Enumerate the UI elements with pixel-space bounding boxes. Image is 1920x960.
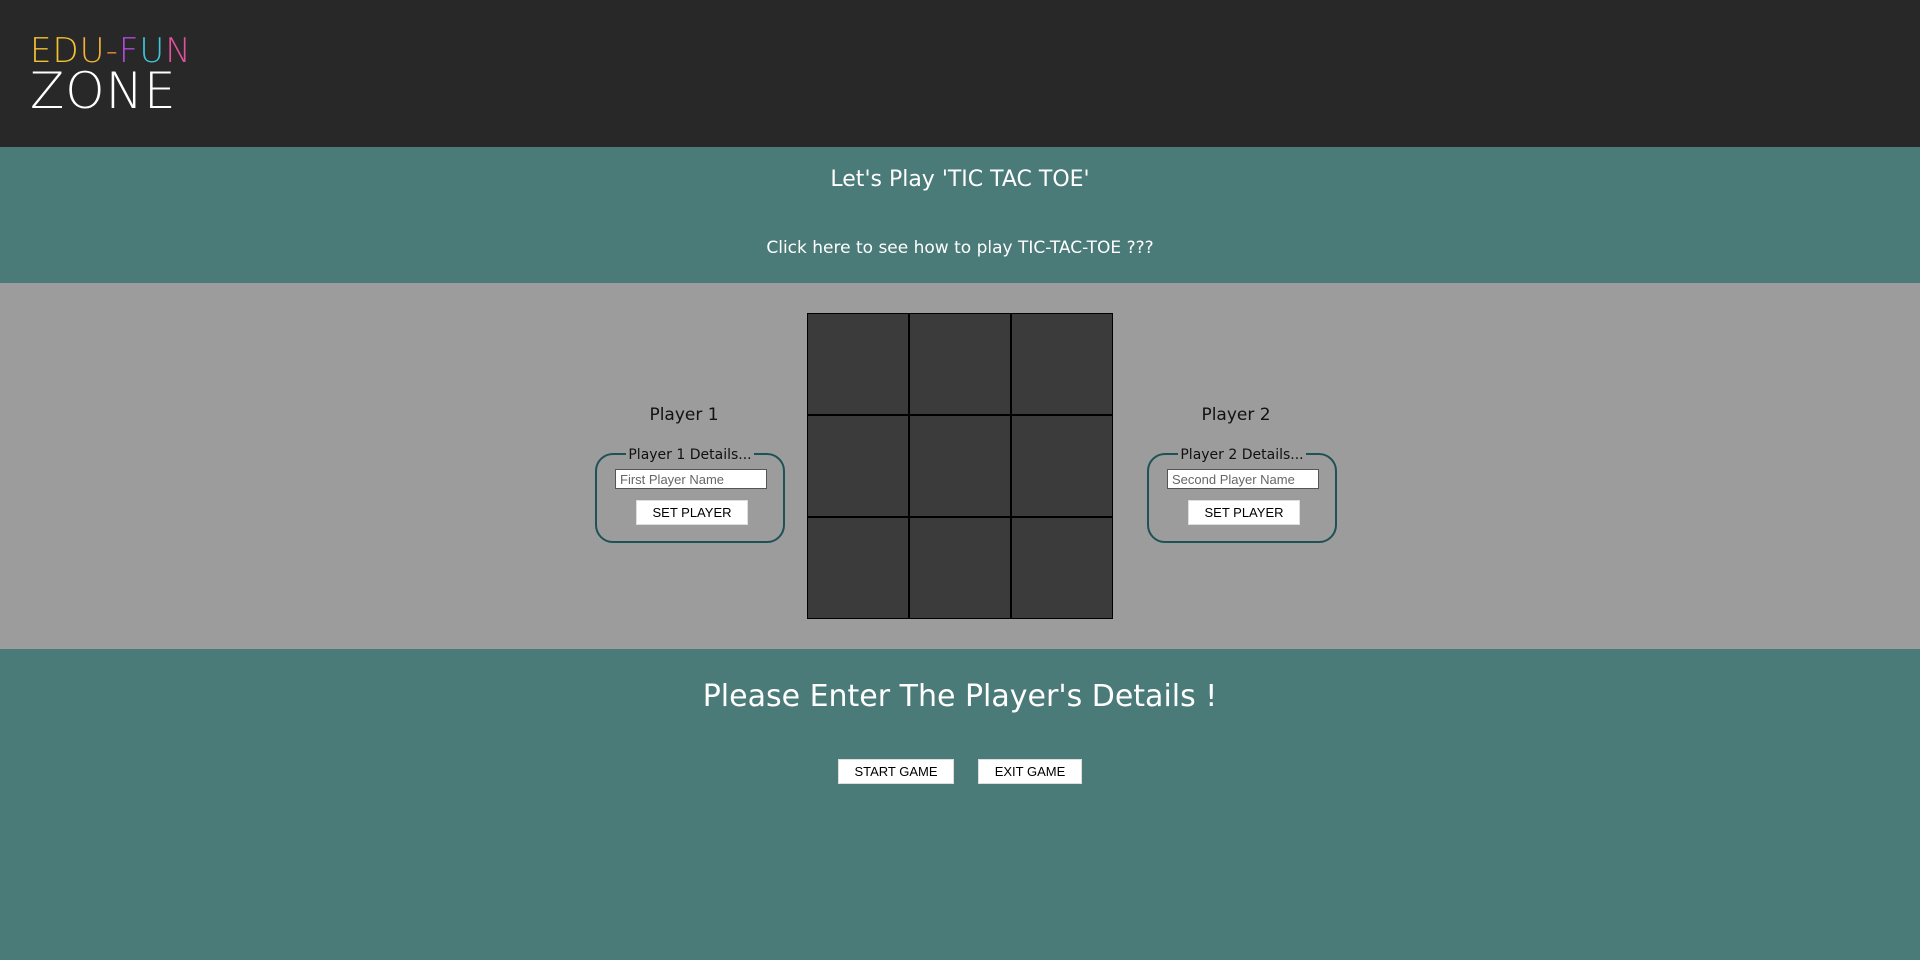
logo-bottom-line: ZONE [30,62,177,120]
board-cell[interactable] [1011,517,1113,619]
player-2-legend: Player 2 Details... [1178,447,1306,463]
board-cell[interactable] [1011,313,1113,415]
board-cell[interactable] [909,313,1011,415]
board-cell[interactable] [909,517,1011,619]
game-status-message: Please Enter The Player's Details ! [702,679,1218,714]
start-game-button[interactable]: START GAME [838,759,954,784]
board-cell[interactable] [807,313,909,415]
how-to-play-link[interactable]: Click here to see how to play TIC-TAC-TO… [0,238,1920,258]
board-cell[interactable] [1011,415,1113,517]
tic-tac-toe-board [807,313,1113,619]
player-2-label: Player 2 [1201,405,1271,425]
player-1-legend: Player 1 Details... [626,447,754,463]
site-header: EDU-FUN ZONE [0,0,1920,147]
player-1-details-box: Player 1 Details... SET PLAYER [595,447,785,543]
board-cell[interactable] [807,517,909,619]
set-player-1-button[interactable]: SET PLAYER [636,500,748,525]
game-status-area: Please Enter The Player's Details ! STAR… [0,649,1920,960]
edu-fun-zone-logo[interactable]: EDU-FUN ZONE [30,34,192,120]
play-area: Player 1 Player 1 Details... SET PLAYER … [0,283,1920,649]
player-1-name-input[interactable] [615,469,767,489]
player-1-label: Player 1 [649,405,719,425]
set-player-2-button[interactable]: SET PLAYER [1188,500,1300,525]
page-title: Let's Play 'TIC TAC TOE' [830,167,1090,192]
player-2-details-box: Player 2 Details... SET PLAYER [1147,447,1337,543]
title-band: Let's Play 'TIC TAC TOE' Click here to s… [0,147,1920,283]
board-cell[interactable] [909,415,1011,517]
player-2-name-input[interactable] [1167,469,1319,489]
board-cell[interactable] [807,415,909,517]
exit-game-button[interactable]: EXIT GAME [978,759,1082,784]
